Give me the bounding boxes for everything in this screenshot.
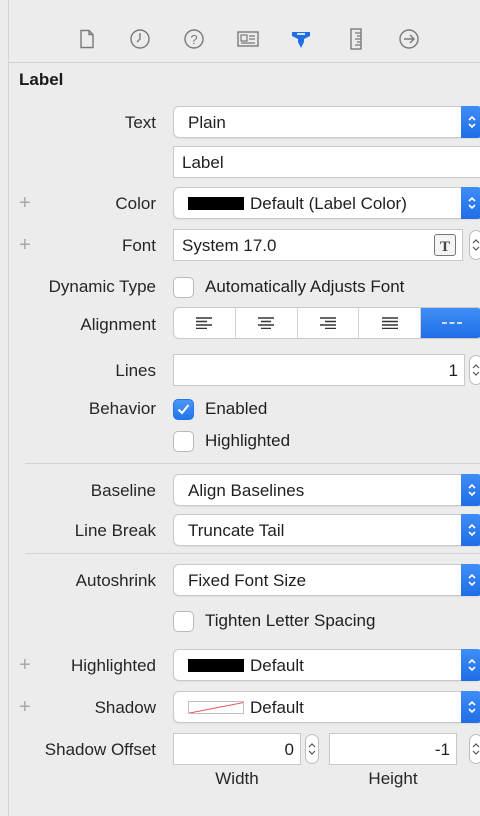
alignment-control[interactable] [173,307,480,339]
font-size-stepper[interactable] [469,230,480,260]
shadow-offset-width-caption: Width [215,769,259,788]
shadow-offset-height-stepper[interactable] [469,734,480,764]
align-justified-button[interactable] [359,308,422,338]
align-left-icon [196,317,213,329]
behavior-label: Behavior [88,399,156,418]
align-natural-icon [441,322,462,324]
highlighted-color-swatch [188,659,244,672]
color-label: Color [115,194,156,213]
font-value: System 17.0 [182,236,277,255]
align-justified-icon [381,317,398,329]
shadow-offset-height-field[interactable]: -1 [329,733,457,765]
section-title: Label [19,70,64,89]
popup-arrows-icon [461,649,480,681]
autoshrink-label: Autoshrink [75,571,156,590]
color-popup[interactable]: Default (Label Color) [173,187,480,219]
divider [25,463,480,464]
identity-icon[interactable] [234,24,262,54]
baseline-popup[interactable]: Align Baselines [173,474,480,506]
lines-stepper[interactable] [469,355,480,385]
text-label: Text [124,113,156,132]
attributes-inspector: ? Label Text Plain Label + Color Default… [8,0,480,816]
text-value: Label [182,153,224,172]
svg-text:?: ? [190,32,197,47]
add-color-variation-icon[interactable]: + [19,193,31,213]
popup-arrows-icon [461,474,480,506]
checkmark-icon [177,404,190,415]
dynamic-type-option: Automatically Adjusts Font [205,277,405,296]
highlighted-color-value: Default [250,656,304,675]
align-center-icon [258,317,275,329]
baseline-value: Align Baselines [188,481,305,500]
enabled-label: Enabled [205,399,268,418]
shadow-offset-width-field[interactable]: 0 [173,733,301,765]
add-highlighted-variation-icon[interactable]: + [19,655,31,675]
align-center-button[interactable] [236,308,298,338]
text-value-field[interactable]: Label [173,146,480,178]
font-field[interactable]: System 17.0 T [173,229,463,261]
add-shadow-variation-icon[interactable]: + [19,697,31,717]
shadow-popup[interactable]: Default [173,691,480,723]
popup-arrows-icon [461,691,480,723]
color-value: Default (Label Color) [250,194,407,213]
dynamic-type-label: Dynamic Type [48,277,156,296]
clock-icon[interactable] [126,24,154,54]
autoshrink-popup[interactable]: Fixed Font Size [173,564,480,596]
font-picker-icon[interactable]: T [434,234,456,256]
file-icon[interactable] [73,24,101,54]
inspector-toolbar: ? [9,0,480,63]
popup-arrows-icon [461,564,480,596]
shadow-value: Default [250,698,304,717]
connections-icon[interactable] [395,24,423,54]
ruler-icon[interactable] [342,24,370,54]
shadow-offset-width-stepper[interactable] [305,734,319,764]
highlighted-behavior-label: Highlighted [205,431,291,450]
attributes-icon[interactable] [287,24,315,54]
enabled-checkbox[interactable] [173,399,194,420]
autoshrink-value: Fixed Font Size [188,571,307,590]
popup-arrows-icon [461,187,480,219]
popup-arrows-icon [461,514,480,546]
text-type-popup[interactable]: Plain [173,106,480,138]
tighten-spacing-checkbox[interactable] [173,611,194,632]
tighten-spacing-label: Tighten Letter Spacing [205,611,376,630]
baseline-label: Baseline [90,481,156,500]
lines-label: Lines [115,361,156,380]
line-break-popup[interactable]: Truncate Tail [173,514,480,546]
svg-text:T: T [440,239,450,253]
shadow-offset-height-value: -1 [434,740,450,759]
highlighted-checkbox[interactable] [173,431,194,452]
shadow-offset-height-caption: Height [368,769,418,788]
lines-field[interactable]: 1 [173,354,465,386]
lines-value: 1 [448,361,458,380]
font-label: Font [121,236,156,255]
align-natural-button[interactable] [421,308,480,338]
line-break-value: Truncate Tail [188,521,285,540]
color-swatch [188,197,244,210]
add-font-variation-icon[interactable]: + [19,235,31,255]
align-right-icon [319,317,336,329]
alignment-label: Alignment [80,315,156,334]
divider [25,553,480,554]
shadow-offset-width-value: 0 [284,740,294,759]
highlighted-color-popup[interactable]: Default [173,649,480,681]
text-type-value: Plain [188,113,226,132]
line-break-label: Line Break [74,521,156,540]
highlighted-color-label: Highlighted [70,656,156,675]
dynamic-type-checkbox[interactable] [173,277,194,298]
popup-arrows-icon [461,106,480,138]
align-left-button[interactable] [174,308,236,338]
shadow-offset-label: Shadow Offset [44,740,156,759]
shadow-label: Shadow [94,698,156,717]
align-right-button[interactable] [298,308,360,338]
no-color-swatch [188,701,244,714]
help-icon[interactable]: ? [180,24,208,54]
